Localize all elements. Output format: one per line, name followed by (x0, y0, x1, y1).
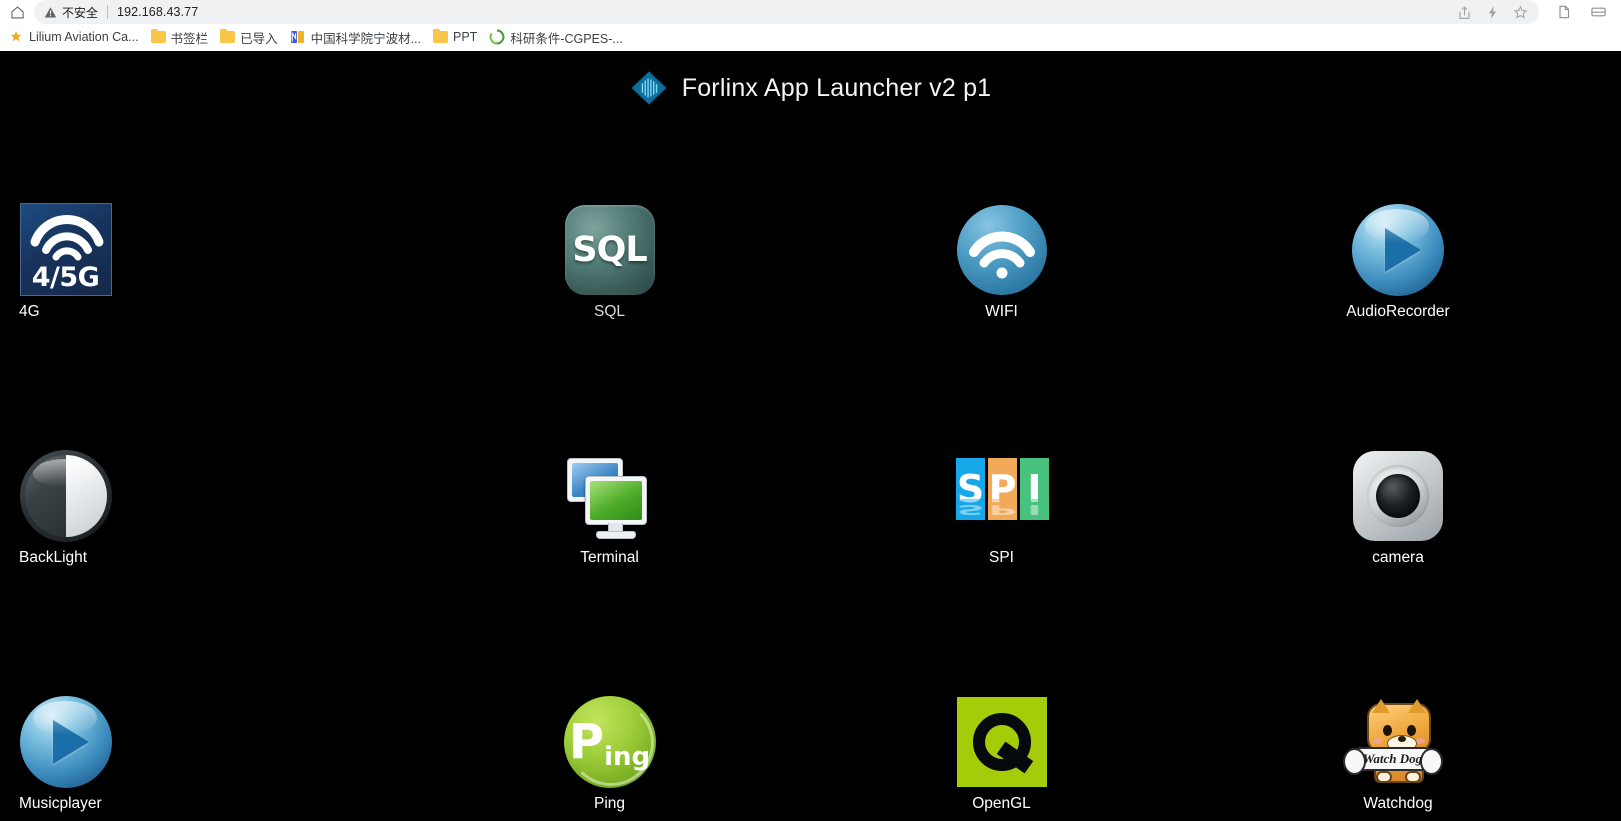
camera-lens-icon (1353, 450, 1443, 541)
home-icon (10, 5, 24, 18)
collections-icon[interactable] (1551, 1, 1577, 23)
spi-reflection: S P I (956, 498, 1049, 520)
sql-icon-text: SQL (572, 229, 647, 270)
folder-icon (220, 28, 236, 43)
share-icon[interactable] (1451, 1, 1477, 23)
app-label: SPI (989, 549, 1014, 566)
ping-circle-icon: P ing (563, 695, 656, 788)
browser-chrome: 不安全 192.168.43.77 Lilium Aviation Ca... … (0, 0, 1621, 51)
play-sphere-icon (19, 695, 112, 788)
app-opengl[interactable]: OpenGL (780, 695, 1170, 821)
app-icon[interactable]: P ing (563, 695, 656, 788)
app-audiorecorder[interactable]: AudioRecorder (1170, 203, 1560, 449)
bookmark-label: 已导入 (240, 31, 278, 46)
ping-arc (567, 699, 654, 786)
star-icon (10, 30, 22, 42)
bone-text: Watch Dog (1362, 751, 1423, 766)
app-label: Terminal (580, 549, 639, 566)
launcher-page: Forlinx App Launcher v2 p1 4/5G 4G SQL S… (0, 51, 1621, 821)
bookmark-folder-bar[interactable]: 书签栏 (145, 25, 215, 50)
bookmark-cas-ningbo[interactable]: 中国科学院宁波材... (284, 25, 427, 50)
bookmark-cgpes[interactable]: 科研条件-CGPES-... (483, 25, 629, 50)
play-sphere-icon (1352, 203, 1444, 296)
bookmark-lilium-aviation[interactable]: Lilium Aviation Ca... (2, 26, 145, 48)
app-wifi[interactable]: WIFI (780, 203, 1170, 449)
app-label: Musicplayer (19, 795, 102, 812)
app-label: WIFI (985, 303, 1018, 320)
app-backlight[interactable]: BackLight (0, 449, 390, 695)
site-icon-n (290, 31, 304, 43)
app-icon[interactable] (1352, 449, 1445, 542)
bookmark-label: 中国科学院宁波材... (310, 31, 421, 46)
wifi-icon (956, 204, 1047, 295)
app-label: 4G (19, 303, 40, 320)
brightness-dial-icon (19, 449, 112, 542)
dog-head (1366, 699, 1431, 753)
app-label: Ping (593, 795, 626, 812)
qt-logo-icon (956, 696, 1047, 787)
bookmark-label: Lilium Aviation Ca... (29, 30, 139, 44)
two-monitors-icon (563, 449, 656, 542)
bookmark-folder-imported[interactable]: 已导入 (214, 25, 284, 50)
app-icon[interactable] (1352, 203, 1445, 296)
app-terminal[interactable]: Terminal (390, 449, 780, 695)
forlinx-logo (631, 71, 667, 105)
app-icon[interactable]: 4/5G (19, 203, 112, 296)
launcher-header: Forlinx App Launcher v2 p1 (0, 51, 1621, 109)
home-button[interactable] (0, 0, 34, 24)
app-icon[interactable]: Watch Dog (1342, 695, 1445, 788)
bookmark-label: 科研条件-CGPES-... (510, 31, 623, 46)
app-icon[interactable] (955, 695, 1048, 788)
app-label: BackLight (19, 549, 88, 566)
bookmark-label: 书签栏 (170, 31, 209, 46)
app-label: OpenGL (972, 795, 1031, 812)
app-icon[interactable] (955, 203, 1048, 296)
lightning-icon[interactable] (1479, 1, 1505, 23)
app-grid: 4/5G 4G SQL SQL WIFI AudioRecorder BackL… (0, 203, 1560, 821)
chrome-right-actions (1539, 1, 1621, 23)
app-watchdog[interactable]: Watch Dog Watchdog (1170, 695, 1560, 821)
warning-triangle-icon (44, 6, 57, 18)
4g-icon-text: 4/5G (31, 262, 100, 293)
bookmark-folder-ppt[interactable]: PPT (427, 27, 483, 47)
play-triangle-icon (52, 719, 89, 764)
app-icon[interactable]: SQL (563, 203, 656, 296)
app-icon[interactable] (19, 695, 112, 788)
app-label: camera (1372, 549, 1424, 566)
security-chip[interactable]: 不安全 (44, 4, 98, 21)
4g-signal-icon: 4/5G (19, 203, 112, 296)
app-icon[interactable] (19, 449, 112, 542)
play-triangle-icon (1385, 227, 1421, 272)
bookmark-star-icon[interactable] (1507, 1, 1533, 23)
folder-icon (433, 28, 448, 43)
site-icon-e (489, 29, 505, 45)
app-camera[interactable]: camera (1170, 449, 1560, 695)
app-spi[interactable]: S P I S P I SPI (780, 449, 1170, 695)
app-label: Watchdog (1363, 795, 1433, 812)
app-label: SQL (593, 303, 625, 320)
omnibox-url-text: 192.168.43.77 (117, 5, 199, 19)
omnibox[interactable]: 不安全 192.168.43.77 (34, 0, 1539, 24)
app-musicplayer[interactable]: Musicplayer (0, 695, 390, 821)
bookmarks-bar: Lilium Aviation Ca... 书签栏 已导入 中国科学院宁波材..… (0, 24, 1621, 51)
spi-tiles-icon: S P I S P I (955, 449, 1049, 542)
folder-icon (150, 28, 166, 43)
app-icon[interactable] (563, 449, 656, 542)
bookmark-label: PPT (453, 30, 478, 44)
watchdog-dog-icon: Watch Dog (1342, 695, 1445, 788)
split-screen-icon[interactable] (1585, 1, 1611, 23)
app-ping[interactable]: P ing Ping (390, 695, 780, 821)
omnibox-row: 不安全 192.168.43.77 (0, 0, 1621, 24)
app-sql[interactable]: SQL SQL (390, 203, 780, 449)
sql-database-icon: SQL (564, 204, 655, 295)
bone-badge: Watch Dog (1342, 747, 1443, 775)
omnibox-actions (1451, 1, 1539, 23)
app-4g[interactable]: 4/5G 4G (0, 203, 390, 449)
omnibox-divider (107, 5, 109, 19)
app-label: AudioRecorder (1346, 303, 1450, 320)
app-icon[interactable]: S P I S P I (955, 449, 1049, 542)
page-title: Forlinx App Launcher v2 p1 (681, 73, 992, 102)
security-label: 不安全 (62, 5, 99, 20)
